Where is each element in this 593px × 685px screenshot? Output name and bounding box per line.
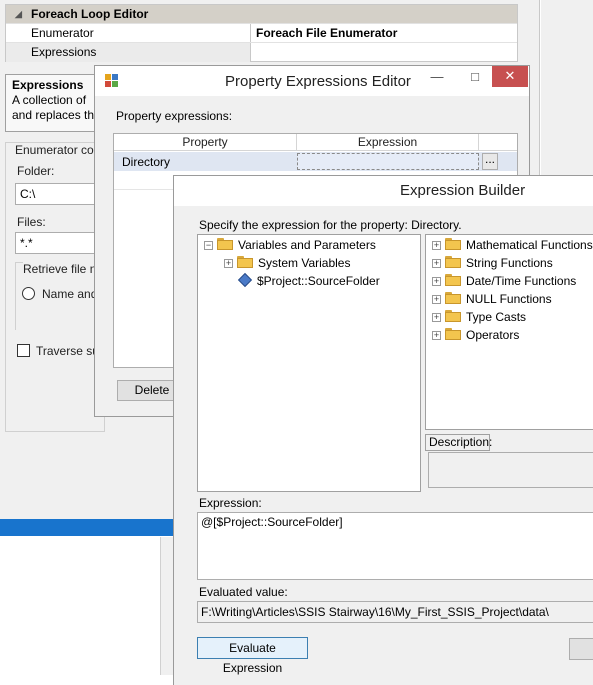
column-header-blank	[479, 134, 517, 151]
dialog-titlebar[interactable]: Expression Builder	[174, 176, 593, 206]
evaluated-value-label: Evaluated value:	[199, 585, 288, 599]
tree-node-type-casts[interactable]: + Type Casts	[432, 308, 526, 326]
property-cell[interactable]: Directory	[122, 155, 170, 169]
tree-node-null-functions[interactable]: + NULL Functions	[432, 290, 552, 308]
close-icon[interactable]: ✕	[492, 66, 528, 87]
tree-node-label: Type Casts	[466, 310, 527, 324]
tree-node-date-time-functions[interactable]: + Date/Time Functions	[432, 272, 576, 290]
parameter-icon	[237, 272, 253, 288]
description-line: A collection of	[12, 93, 87, 107]
column-header-property[interactable]: Property	[114, 134, 297, 151]
tree-node-label: Date/Time Functions	[466, 274, 577, 288]
expand-icon[interactable]: +	[432, 295, 441, 304]
expression-builder-dialog: Expression Builder Specify the expressio…	[173, 175, 593, 685]
expressions-row[interactable]: ▷ Expressions	[6, 43, 517, 62]
tree-node-label: Operators	[466, 328, 520, 342]
minimize-icon[interactable]: —	[425, 69, 449, 89]
expand-icon[interactable]: +	[432, 313, 441, 322]
functions-tree: + Mathematical Functions + String Function…	[425, 234, 593, 430]
tree-node-label: Variables and Parameters	[238, 238, 376, 252]
description-title: Expressions	[12, 78, 84, 92]
tree-node-label: NULL Functions	[466, 292, 552, 306]
traverse-subfolders-checkbox[interactable]	[17, 344, 30, 357]
files-label: Files:	[17, 215, 46, 229]
expand-icon[interactable]: +	[224, 259, 233, 268]
expressions-value[interactable]	[252, 43, 256, 62]
tree-node-variables-and-parameters[interactable]: − Variables and Parameters	[204, 236, 376, 254]
expression-input[interactable]: @[$Project::SourceFolder]	[197, 512, 593, 580]
enumerator-config-label: Enumerator co	[12, 143, 97, 157]
tree-node-label: String Functions	[466, 256, 553, 270]
tree-node-string-functions[interactable]: + String Functions	[432, 254, 553, 272]
foreach-property-grid: ◢ Foreach Loop Editor Enumerator Foreach…	[5, 4, 518, 62]
table-row[interactable]: Directory ...	[114, 152, 517, 171]
folder-icon	[445, 292, 461, 304]
expand-icon[interactable]: +	[432, 331, 441, 340]
app-icon	[105, 74, 118, 87]
enumerator-value[interactable]: Foreach File Enumerator	[252, 24, 397, 42]
folder-label: Folder:	[17, 164, 55, 178]
dialog-titlebar[interactable]: Property Expressions Editor — □ ✕	[95, 66, 529, 96]
name-and-extension-label: Name and	[42, 287, 98, 301]
description-label: Description:	[425, 434, 492, 451]
enumerator-label: Enumerator	[6, 24, 251, 42]
files-input[interactable]: *.*	[15, 232, 105, 254]
description-line: and replaces th	[12, 108, 95, 122]
tree-node-label: System Variables	[258, 256, 351, 270]
tree-node-mathematical-functions[interactable]: + Mathematical Functions	[432, 236, 593, 254]
folder-input[interactable]: C:\	[15, 183, 105, 205]
maximize-icon[interactable]: □	[463, 69, 487, 89]
status-bar	[0, 519, 175, 536]
retrieve-file-label: Retrieve file n	[23, 262, 99, 276]
expand-icon[interactable]: +	[432, 241, 441, 250]
collapse-arrow-icon[interactable]: ◢	[15, 5, 22, 23]
category-row[interactable]: ◢ Foreach Loop Editor	[6, 5, 517, 24]
property-expressions-label: Property expressions:	[116, 109, 233, 123]
expand-icon[interactable]: +	[432, 259, 441, 268]
collapse-icon[interactable]: −	[204, 241, 213, 250]
enumerator-row[interactable]: Enumerator Foreach File Enumerator	[6, 24, 517, 43]
category-label: Foreach Loop Editor	[31, 7, 149, 21]
tree-node-label: Mathematical Functions	[466, 238, 593, 252]
folder-icon	[445, 310, 461, 322]
folder-icon	[445, 256, 461, 268]
instruction-text: Specify the expression for the property:…	[199, 218, 462, 232]
tree-node-label: $Project::SourceFolder	[257, 274, 380, 288]
folder-icon	[445, 238, 461, 250]
folder-icon	[217, 238, 233, 250]
expressions-label: Expressions	[6, 43, 251, 62]
column-header-expression[interactable]: Expression	[297, 134, 479, 151]
name-and-extension-radio[interactable]	[22, 287, 35, 300]
tree-node-source-folder[interactable]: $Project::SourceFolder	[237, 272, 380, 290]
description-box	[428, 452, 593, 488]
tree-node-operators[interactable]: + Operators	[432, 326, 519, 344]
ellipsis-button[interactable]: ...	[482, 153, 498, 170]
ok-button-partial[interactable]	[569, 638, 593, 660]
variables-tree: − Variables and Parameters + System Variab…	[197, 234, 421, 492]
evaluated-value-field: F:\Writing\Articles\SSIS Stairway\16\My_…	[197, 601, 593, 623]
traverse-subfolders-label: Traverse su	[36, 344, 99, 358]
dialog-title: Property Expressions Editor	[225, 73, 411, 90]
folder-icon	[445, 328, 461, 340]
dialog-title: Expression Builder	[400, 182, 526, 199]
folder-icon	[445, 274, 461, 286]
expression-cell[interactable]	[297, 153, 479, 170]
expand-icon[interactable]: +	[432, 277, 441, 286]
property-description-box: Expressions A collection of and replaces…	[5, 74, 105, 132]
tree-node-system-variables[interactable]: + System Variables	[224, 254, 350, 272]
evaluate-expression-button[interactable]: Evaluate Expression	[197, 637, 308, 675]
expression-label: Expression:	[199, 496, 262, 510]
folder-icon	[237, 256, 253, 268]
